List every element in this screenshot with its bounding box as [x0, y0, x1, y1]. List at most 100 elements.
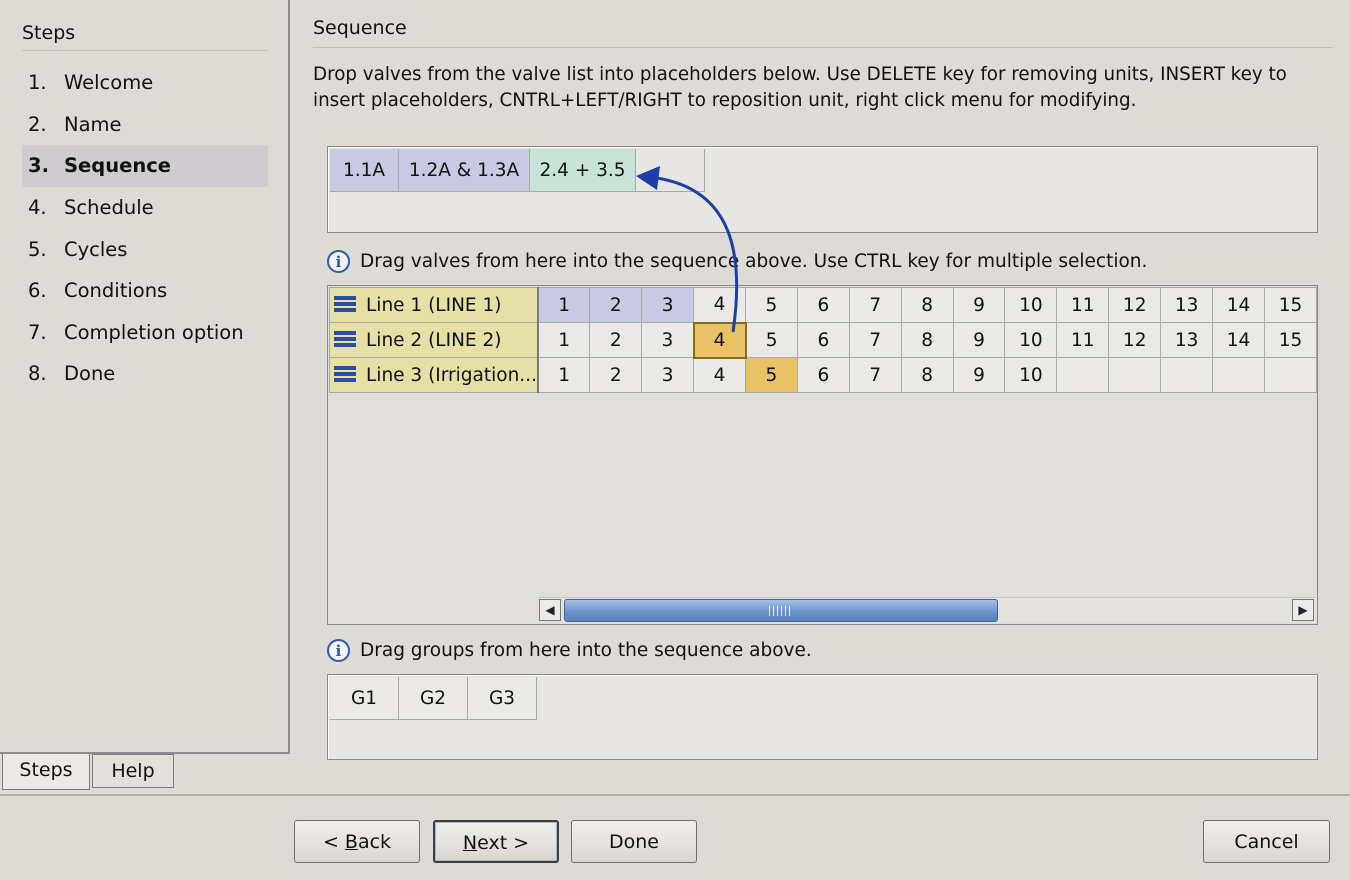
valve-cell[interactable]: 15	[1264, 287, 1317, 323]
valve-cell-empty	[1264, 357, 1317, 393]
valve-cell[interactable]: 5	[745, 287, 798, 323]
line-header[interactable]: Line 1 (LINE 1)	[328, 287, 539, 323]
valve-cell[interactable]: 5	[745, 357, 798, 393]
valve-cell[interactable]: 8	[900, 322, 954, 358]
valve-cell[interactable]: 10	[1004, 322, 1058, 358]
sequence-drop-area[interactable]: 1.1A 1.2A & 1.3A 2.4 + 3.5	[327, 146, 1318, 233]
valve-cell[interactable]: 1	[537, 322, 591, 358]
step-label: Completion option	[64, 320, 244, 344]
valve-cell[interactable]: 2	[589, 322, 643, 358]
step-item-schedule[interactable]: 4. Schedule	[22, 187, 268, 229]
step-item-done[interactable]: 8. Done	[22, 353, 268, 395]
step-item-conditions[interactable]: 6. Conditions	[22, 270, 268, 312]
group-chip[interactable]: G3	[468, 677, 537, 720]
valve-cell[interactable]: 9	[952, 287, 1006, 323]
line-header[interactable]: Line 3 (Irrigation...	[328, 357, 539, 393]
valve-cell[interactable]: 11	[1056, 322, 1110, 358]
valve-cell[interactable]: 4	[693, 357, 746, 393]
valve-cell[interactable]: 14	[1212, 322, 1265, 358]
step-number: 4.	[28, 196, 47, 220]
back-button[interactable]: < Back	[294, 820, 420, 863]
valve-cell[interactable]: 15	[1264, 322, 1317, 358]
step-label: Conditions	[64, 279, 168, 303]
valve-cell[interactable]: 5	[745, 322, 798, 358]
valve-cell[interactable]: 12	[1108, 322, 1162, 358]
valve-cell[interactable]: 6	[796, 322, 850, 358]
step-item-welcome[interactable]: 1. Welcome	[22, 62, 268, 104]
scrollbar-thumb[interactable]	[564, 599, 998, 622]
valve-list[interactable]: Line 1 (LINE 1) 1 2 3 4 5 6 7 8 9 10 11 12 13 14 15 Line…	[327, 285, 1318, 625]
step-number: 6.	[28, 279, 47, 303]
valve-cell[interactable]: 2	[589, 287, 643, 323]
valve-cell[interactable]: 3	[641, 322, 695, 358]
valve-cell-empty	[1160, 357, 1214, 393]
step-item-name[interactable]: 2. Name	[22, 104, 268, 146]
valve-cell[interactable]: 9	[952, 357, 1006, 393]
valve-cell[interactable]: 13	[1160, 322, 1214, 358]
valve-cell[interactable]: 14	[1212, 287, 1265, 323]
valve-cell[interactable]: 1	[537, 357, 591, 393]
valve-cell[interactable]: 7	[848, 357, 902, 393]
valve-cell[interactable]: 1	[537, 287, 591, 323]
tab-steps[interactable]: Steps	[2, 754, 90, 790]
valve-cell[interactable]: 7	[848, 322, 902, 358]
done-button[interactable]: Done	[571, 820, 697, 863]
horizontal-scrollbar[interactable]: ◀ ▶	[538, 597, 1315, 622]
step-label: Schedule	[64, 196, 154, 220]
step-label: Cycles	[64, 237, 128, 261]
valve-cell[interactable]: 4	[692, 321, 747, 359]
group-chip[interactable]: G2	[399, 677, 468, 720]
groups-area[interactable]: G1 G2 G3	[327, 674, 1318, 760]
group-chip[interactable]: G1	[330, 677, 399, 720]
valves-hint: i Drag valves from here into the sequenc…	[327, 250, 1147, 273]
valve-row: Line 2 (LINE 2) 1 2 3 4 5 6 7 8 9 10 11 12 13 14 15	[328, 321, 1317, 359]
valve-cell[interactable]: 7	[848, 287, 902, 323]
line-header[interactable]: Line 2 (LINE 2)	[328, 322, 539, 358]
step-label: Welcome	[64, 71, 154, 95]
step-number: 7.	[28, 320, 47, 344]
group-chip-row: G1 G2 G3	[330, 677, 537, 720]
steps-list: 1. Welcome 2. Name 3. Sequence 4. Schedu…	[22, 62, 268, 395]
cancel-button[interactable]: Cancel	[1203, 820, 1330, 863]
step-number: 5.	[28, 237, 47, 261]
instructions-text: Drop valves from the valve list into pla…	[313, 64, 1287, 111]
valve-cell[interactable]: 10	[1004, 287, 1058, 323]
valve-cell[interactable]: 3	[641, 287, 695, 323]
sequence-placeholder[interactable]	[636, 149, 705, 192]
sequence-chip[interactable]: 1.1A	[330, 149, 399, 192]
step-item-completion-option[interactable]: 7. Completion option	[22, 312, 268, 354]
steps-heading: Steps	[22, 22, 268, 51]
valve-cell[interactable]: 11	[1056, 287, 1110, 323]
valve-cell[interactable]: 2	[589, 357, 643, 393]
sequence-chip[interactable]: 2.4 + 3.5	[530, 149, 636, 192]
valve-cell[interactable]: 8	[900, 357, 954, 393]
step-item-sequence[interactable]: 3. Sequence	[22, 145, 268, 187]
valve-cell[interactable]: 6	[796, 357, 850, 393]
line-list-icon	[334, 295, 356, 313]
valve-cell-empty	[1212, 357, 1265, 393]
next-mnemonic: N	[462, 832, 478, 854]
valve-row: Line 3 (Irrigation... 1 2 3 4 5 6 7 8 9 10	[328, 357, 1317, 393]
valve-cell[interactable]: 8	[900, 287, 954, 323]
scroll-left-button[interactable]: ◀	[539, 599, 561, 621]
valve-cell[interactable]: 13	[1160, 287, 1214, 323]
step-number: 8.	[28, 362, 47, 386]
page-title: Sequence	[313, 17, 1333, 48]
valve-cell[interactable]: 6	[796, 287, 850, 323]
valve-cell[interactable]: 9	[952, 322, 1006, 358]
valve-cell[interactable]: 3	[641, 357, 695, 393]
step-label: Name	[64, 112, 122, 136]
step-item-cycles[interactable]: 5. Cycles	[22, 228, 268, 270]
valve-cell[interactable]: 10	[1004, 357, 1058, 393]
sequence-chip[interactable]: 1.2A & 1.3A	[399, 149, 530, 192]
next-button[interactable]: Next >	[433, 820, 559, 863]
next-rest: ext >	[477, 832, 530, 854]
valve-cell[interactable]: 4	[693, 287, 746, 323]
tab-help[interactable]: Help	[92, 754, 174, 788]
valve-table: Line 1 (LINE 1) 1 2 3 4 5 6 7 8 9 10 11 12 13 14 15 Line…	[328, 287, 1317, 393]
grip-icon	[769, 606, 793, 616]
valve-cell[interactable]: 12	[1108, 287, 1162, 323]
valves-hint-text: Drag valves from here into the sequence …	[360, 251, 1148, 272]
groups-hint-text: Drag groups from here into the sequence …	[360, 640, 812, 661]
scroll-right-button[interactable]: ▶	[1292, 599, 1314, 621]
